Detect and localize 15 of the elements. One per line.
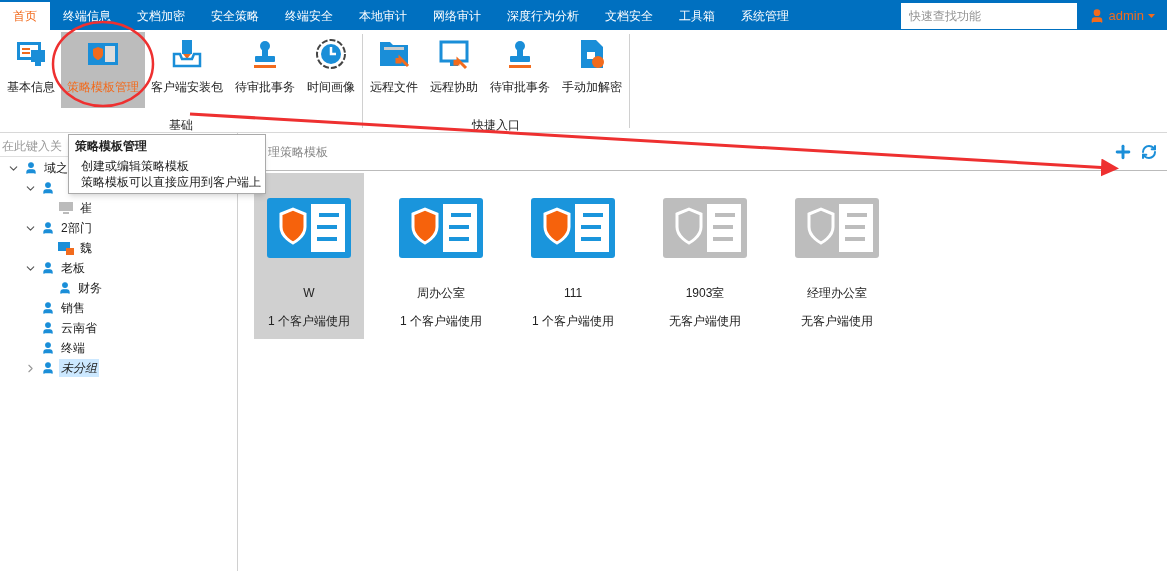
template-name: 经理办公室 (807, 285, 867, 302)
tooltip-title: 策略模板管理 (75, 138, 148, 154)
template-usage: 无客户端使用 (669, 313, 741, 330)
template-name: W (303, 285, 315, 302)
ribbon-group-label: 快捷入口 (471, 117, 521, 134)
template-usage: 无客户端使用 (801, 313, 873, 330)
template-name: 周办公室 (417, 285, 465, 302)
template-usage: 1 个客户端使用 (400, 313, 482, 330)
panel-title: 理策略模板 (268, 143, 329, 161)
ribbon-group-label: 基础 (168, 117, 194, 134)
template-name: 111 (563, 285, 583, 302)
tooltip-text: 创建或编辑策略模板 (80, 158, 190, 174)
template-name: 1903室 (685, 285, 725, 302)
template-usage: 1 个客户端使用 (532, 313, 614, 330)
template-usage: 1 个客户端使用 (268, 313, 350, 330)
